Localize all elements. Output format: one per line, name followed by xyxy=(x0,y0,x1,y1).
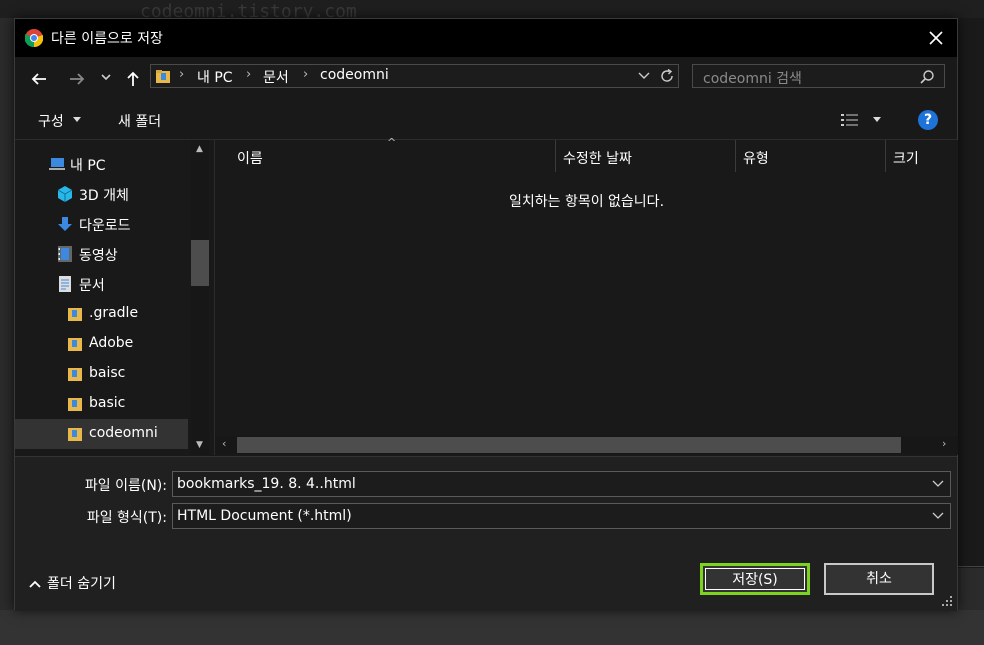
breadcrumb-separator: › xyxy=(179,67,185,82)
new-folder-button[interactable]: 새 폴더 xyxy=(118,111,161,131)
folder-icon xyxy=(68,368,82,381)
document-icon xyxy=(59,276,71,292)
sidebar-scroll-thumb[interactable] xyxy=(191,240,209,286)
folder-icon xyxy=(68,308,82,321)
file-name-field[interactable]: bookmarks_19. 8. 4..html xyxy=(172,471,951,497)
sidebar-item-baisc[interactable]: baisc xyxy=(15,359,188,389)
navigation-bar: › 내 PC › 문서 › codeomni codeomni 검색 xyxy=(15,57,957,101)
sidebar-item-adobe[interactable]: Adobe xyxy=(15,329,188,359)
sidebar-item-label: 동영상 xyxy=(79,248,118,264)
sidebar-item-label: Adobe xyxy=(89,335,134,351)
resize-grip-icon[interactable] xyxy=(941,595,953,607)
scroll-down-arrow-icon[interactable]: ▼ xyxy=(196,440,203,450)
sidebar-item-label: 문서 xyxy=(79,278,105,294)
sidebar-item-downloads[interactable]: 다운로드 xyxy=(15,209,188,239)
chrome-icon xyxy=(25,29,43,47)
forward-arrow-icon[interactable] xyxy=(67,69,87,89)
column-header-size[interactable]: 크기 xyxy=(893,148,919,168)
breadcrumb-documents[interactable]: 문서 xyxy=(263,67,289,87)
hide-folders-label: 폴더 숨기기 xyxy=(47,576,116,592)
view-options-icon[interactable] xyxy=(841,112,861,128)
file-name-label: 파일 이름(N): xyxy=(84,478,167,494)
file-type-select[interactable]: HTML Document (*.html) xyxy=(172,503,951,529)
sidebar-item-documents[interactable]: 문서 xyxy=(15,269,188,299)
address-dropdown-chevron-icon[interactable] xyxy=(638,71,650,81)
file-type-value: HTML Document (*.html) xyxy=(177,508,352,524)
back-arrow-icon[interactable] xyxy=(29,69,49,89)
file-list: ^ 이름 수정한 날짜 유형 크기 일치하는 항목이 없습니다. ‹ › xyxy=(214,136,958,455)
breadcrumb-codeomni[interactable]: codeomni xyxy=(320,67,389,83)
file-type-label: 파일 형식(T): xyxy=(86,510,167,526)
navigation-pane: 내 PC 3D 개체 다운로드 동영상 문서 .gradle Adobe bai… xyxy=(15,140,211,455)
sidebar-scrollbar[interactable]: ▲ ▼ xyxy=(191,140,209,455)
cancel-button[interactable]: 취소 xyxy=(824,563,934,595)
column-divider[interactable] xyxy=(885,140,886,172)
breadcrumb-this-pc[interactable]: 내 PC xyxy=(197,67,233,87)
chevron-down-icon[interactable] xyxy=(932,480,944,488)
refresh-icon[interactable] xyxy=(659,68,675,84)
search-icon[interactable] xyxy=(919,69,935,85)
download-icon xyxy=(58,217,72,231)
sidebar-item-3d-objects[interactable]: 3D 개체 xyxy=(15,179,188,209)
organize-button[interactable]: 구성 xyxy=(38,111,64,131)
scroll-right-arrow-icon[interactable]: › xyxy=(942,437,946,450)
column-divider[interactable] xyxy=(735,140,736,172)
scroll-up-arrow-icon[interactable]: ▲ xyxy=(196,144,203,154)
folder-icon xyxy=(68,398,82,411)
sidebar-item-label: baisc xyxy=(89,365,126,381)
pc-icon xyxy=(49,158,65,170)
background-panel xyxy=(958,18,984,568)
sidebar-item-gradle[interactable]: .gradle xyxy=(15,299,188,329)
address-bar[interactable]: › 내 PC › 문서 › codeomni xyxy=(150,64,679,88)
up-arrow-icon[interactable] xyxy=(123,69,143,89)
column-divider[interactable] xyxy=(555,140,556,172)
empty-message: 일치하는 항목이 없습니다. xyxy=(508,194,665,210)
background-header: codeomni.tistory.com xyxy=(0,0,984,18)
sidebar-item-videos[interactable]: 동영상 xyxy=(15,239,188,269)
chevron-up-icon xyxy=(29,580,41,588)
sidebar-item-label: 내 PC xyxy=(70,158,106,174)
column-header-type[interactable]: 유형 xyxy=(743,148,769,168)
breadcrumb-separator: › xyxy=(246,67,252,82)
save-as-dialog: 다른 이름으로 저장 › 내 PC › 문서 › codeomni codeom… xyxy=(14,18,958,611)
close-icon[interactable] xyxy=(925,27,947,49)
command-toolbar: 구성 새 폴더 ? xyxy=(15,101,957,140)
video-icon xyxy=(58,246,72,262)
recent-locations-chevron-icon[interactable] xyxy=(100,71,112,83)
background-footer xyxy=(0,610,984,645)
file-name-value: bookmarks_19. 8. 4..html xyxy=(177,476,356,492)
sidebar-item-label: 3D 개체 xyxy=(79,188,129,204)
title-bar[interactable]: 다른 이름으로 저장 xyxy=(15,19,957,57)
sidebar-item-label: codeomni xyxy=(89,425,158,441)
cube-icon xyxy=(57,186,73,202)
sidebar-item-this-pc[interactable]: 내 PC xyxy=(15,149,188,179)
sidebar-item-label: 다운로드 xyxy=(79,218,131,234)
sidebar-item-codeomni[interactable]: codeomni xyxy=(15,419,188,449)
search-input[interactable]: codeomni 검색 xyxy=(692,64,945,88)
dialog-title: 다른 이름으로 저장 xyxy=(51,31,163,47)
hide-folders-toggle[interactable]: 폴더 숨기기 xyxy=(29,573,116,593)
organize-caret-icon[interactable] xyxy=(73,117,81,122)
background-divider xyxy=(958,566,984,567)
chevron-down-icon[interactable] xyxy=(932,512,944,520)
folder-icon xyxy=(68,428,82,441)
breadcrumb-separator: › xyxy=(303,67,309,82)
sidebar-item-basic[interactable]: basic xyxy=(15,389,188,419)
horizontal-scroll-thumb[interactable] xyxy=(237,437,901,453)
folder-icon xyxy=(156,70,170,83)
search-placeholder: codeomni 검색 xyxy=(703,71,802,87)
column-header-name[interactable]: 이름 xyxy=(237,148,263,168)
save-form: 파일 이름(N): bookmarks_19. 8. 4..html 파일 형식… xyxy=(15,456,957,611)
help-icon[interactable]: ? xyxy=(918,110,938,130)
folder-icon xyxy=(68,338,82,351)
scroll-left-arrow-icon[interactable]: ‹ xyxy=(222,437,226,450)
background-header-text: codeomni.tistory.com xyxy=(140,1,357,18)
save-button[interactable]: 저장(S) xyxy=(700,563,810,595)
column-header-date-modified[interactable]: 수정한 날짜 xyxy=(563,148,632,168)
sort-caret-icon: ^ xyxy=(387,136,397,149)
sidebar-item-label: basic xyxy=(89,395,126,411)
view-options-caret-icon[interactable] xyxy=(873,117,881,122)
horizontal-scrollbar[interactable]: ‹ › xyxy=(215,436,958,454)
sidebar-item-label: .gradle xyxy=(89,305,139,321)
